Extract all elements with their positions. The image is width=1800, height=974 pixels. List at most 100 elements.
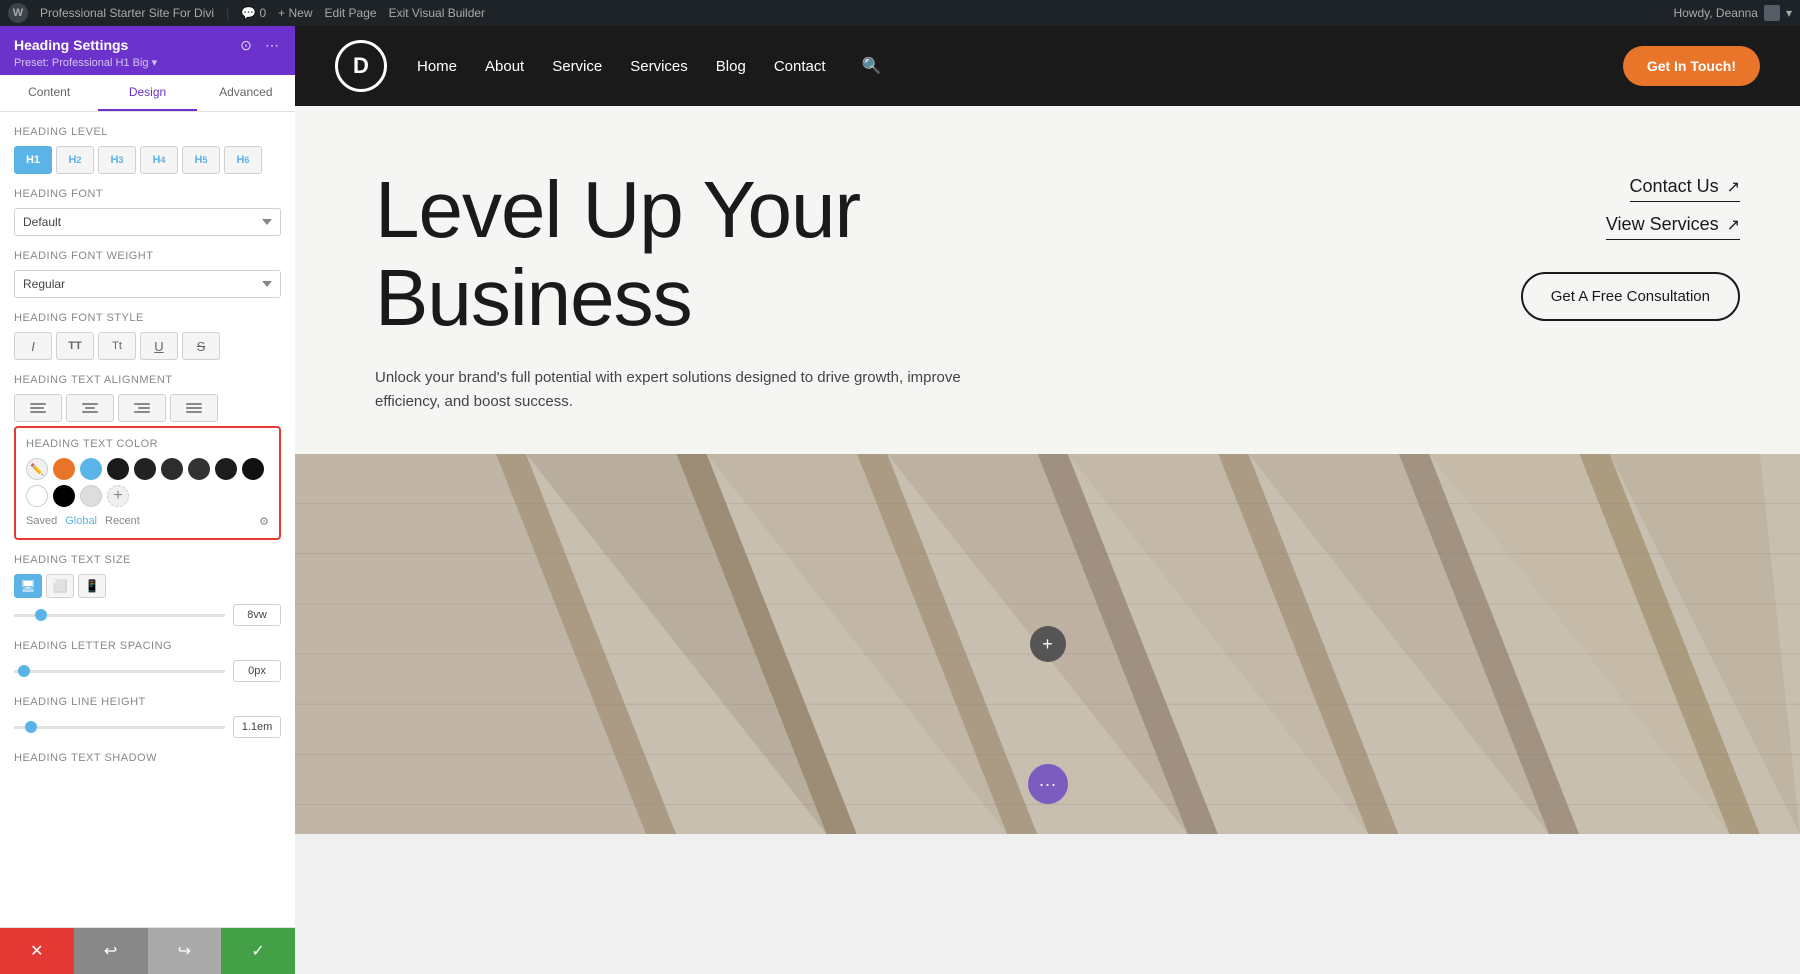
color-swatch-dark2[interactable] [134, 458, 156, 480]
wp-logo-icon[interactable]: W [8, 3, 28, 23]
desktop-icon[interactable]: 🖥 [14, 574, 42, 598]
edit-page-link[interactable]: Edit Page [325, 6, 377, 20]
align-left-button[interactable] [14, 394, 62, 422]
underline-button[interactable]: U [140, 332, 178, 360]
line-height-value[interactable] [233, 716, 281, 738]
h5-button[interactable]: H5 [182, 146, 220, 174]
nav-contact[interactable]: Contact [774, 58, 826, 75]
align-center-button[interactable] [66, 394, 114, 422]
more-icon[interactable]: ⋯ [263, 36, 281, 54]
color-settings-icon[interactable]: ⚙ [259, 515, 269, 528]
color-tab-global[interactable]: Global [65, 515, 97, 528]
h1-button[interactable]: H1 [14, 146, 52, 174]
color-swatch-dark1[interactable] [107, 458, 129, 480]
nav-service[interactable]: Service [552, 58, 602, 75]
save-button[interactable]: ✓ [221, 928, 295, 974]
view-services-link[interactable]: View Services ↗ [1606, 214, 1740, 240]
undo-button[interactable]: ↩ [74, 928, 148, 974]
free-consultation-button[interactable]: Get A Free Consultation [1521, 272, 1740, 321]
tab-design[interactable]: Design [98, 75, 196, 111]
text-size-slider[interactable] [14, 614, 225, 617]
services-arrow-icon: ↗ [1727, 215, 1740, 235]
color-swatch-white[interactable] [26, 485, 48, 507]
color-tab-saved[interactable]: Saved [26, 515, 57, 528]
hero-left: Level Up Your Business Unlock your brand… [375, 166, 1480, 414]
strikethrough-button[interactable]: S [182, 332, 220, 360]
color-swatch-dark6[interactable] [242, 458, 264, 480]
site-name: Professional Starter Site For Divi [40, 6, 214, 20]
color-swatch-dark5[interactable] [215, 458, 237, 480]
comment-icon[interactable]: 💬 0 [241, 6, 266, 20]
heading-font-weight-select[interactable]: Regular [14, 270, 281, 298]
eyedropper-icon[interactable]: ✏️ [26, 458, 48, 480]
hero-section: Level Up Your Business Unlock your brand… [295, 106, 1800, 454]
mobile-icon[interactable]: 📱 [78, 574, 106, 598]
letter-spacing-value[interactable] [233, 660, 281, 682]
heading-font-weight-label: Heading Font Weight [14, 250, 281, 262]
tab-content[interactable]: Content [0, 75, 98, 111]
color-swatch-black[interactable] [53, 485, 75, 507]
add-color-button[interactable]: + [107, 485, 129, 507]
uppercase-button[interactable]: TT [56, 332, 94, 360]
howdy-text: Howdy, Deanna [1673, 6, 1758, 20]
redo-button[interactable]: ↪ [148, 928, 222, 974]
sync-icon[interactable]: ⊙ [237, 36, 255, 54]
device-icons-row: 🖥 ⬜ 📱 [14, 574, 281, 598]
h4-button[interactable]: H4 [140, 146, 178, 174]
color-swatch-orange[interactable] [53, 458, 75, 480]
text-size-slider-row [14, 604, 281, 626]
heading-level-row: H1 H2 H3 H4 H5 H6 [14, 146, 281, 174]
capitalize-button[interactable]: Tt [98, 332, 136, 360]
color-swatch-blue[interactable] [80, 458, 102, 480]
panel-preset[interactable]: Preset: Professional H1 Big ▾ [14, 56, 281, 69]
panel-title: Heading Settings [14, 37, 128, 53]
nav-links: Home About Service Services Blog Contact… [417, 56, 881, 76]
nav-services[interactable]: Services [630, 58, 688, 75]
cancel-button[interactable]: ✕ [0, 928, 74, 974]
h6-button[interactable]: H6 [224, 146, 262, 174]
contact-us-link[interactable]: Contact Us ↗ [1630, 176, 1740, 202]
color-swatch-lightgray[interactable] [80, 485, 102, 507]
hero-heading: Level Up Your Business [375, 166, 1480, 342]
site-navigation: D Home About Service Services Blog Conta… [295, 26, 1800, 106]
user-menu-icon[interactable]: ▾ [1786, 6, 1792, 20]
heading-line-height-label: Heading Line Height [14, 696, 281, 708]
h2-button[interactable]: H2 [56, 146, 94, 174]
color-swatch-dark3[interactable] [161, 458, 183, 480]
heading-text-alignment-label: Heading Text Alignment [14, 374, 281, 386]
search-icon[interactable]: 🔍 [862, 56, 882, 76]
align-justify-button[interactable] [170, 394, 218, 422]
color-swatches-row2: + [26, 485, 269, 507]
tab-advanced[interactable]: Advanced [197, 75, 295, 111]
heading-font-select[interactable]: Default [14, 208, 281, 236]
nav-blog[interactable]: Blog [716, 58, 746, 75]
main-content-area: D Home About Service Services Blog Conta… [295, 26, 1800, 974]
more-options-button[interactable]: ··· [1028, 764, 1068, 804]
color-tab-recent[interactable]: Recent [105, 515, 140, 528]
text-size-value[interactable] [233, 604, 281, 626]
howdy-section: Howdy, Deanna ▾ [1673, 5, 1792, 21]
panel-settings-content: Heading Level H1 H2 H3 H4 H5 H6 Heading … [0, 112, 295, 927]
heading-text-color-section: Heading Text Color ✏️ + Saved Glob [14, 426, 281, 540]
nav-home[interactable]: Home [417, 58, 457, 75]
site-logo: D [335, 40, 387, 92]
nav-about[interactable]: About [485, 58, 524, 75]
heading-font-label: Heading Font [14, 188, 281, 200]
logo-letter: D [353, 53, 369, 79]
h3-button[interactable]: H3 [98, 146, 136, 174]
italic-button[interactable]: I [14, 332, 52, 360]
line-height-slider[interactable] [14, 726, 225, 729]
heading-settings-panel: Heading Settings ⊙ ⋯ Preset: Professiona… [0, 26, 295, 974]
add-content-button[interactable]: + [1030, 626, 1066, 662]
heading-text-shadow-label: Heading Text Shadow [14, 752, 281, 764]
letter-spacing-slider[interactable] [14, 670, 225, 673]
tablet-icon[interactable]: ⬜ [46, 574, 74, 598]
color-swatch-dark4[interactable] [188, 458, 210, 480]
nav-cta-button[interactable]: Get In Touch! [1623, 46, 1760, 86]
user-avatar-icon[interactable] [1764, 5, 1780, 21]
line-height-slider-row [14, 716, 281, 738]
new-link[interactable]: + New [278, 6, 312, 20]
align-right-button[interactable] [118, 394, 166, 422]
heading-text-color-label: Heading Text Color [26, 438, 269, 450]
exit-vb-link[interactable]: Exit Visual Builder [389, 6, 486, 20]
